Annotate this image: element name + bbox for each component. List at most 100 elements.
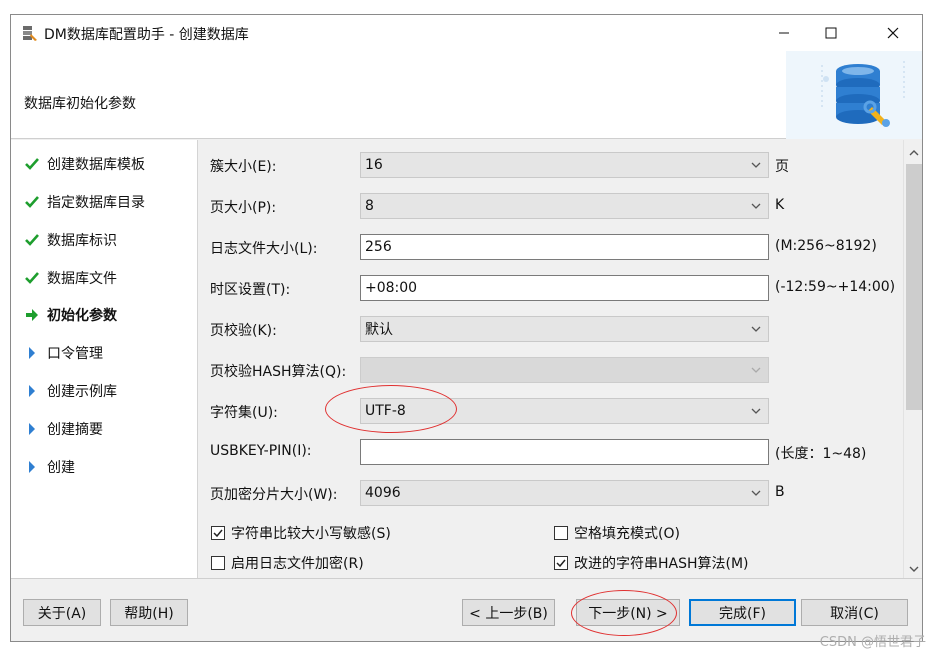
vertical-scrollbar[interactable] [903,140,922,578]
page-size-label: 页大小(P): [210,200,277,216]
step-database-directory: 指定数据库目录 [25,190,195,214]
checkbox-empty-icon [211,556,225,570]
usbkey-pin-label: USBKEY-PIN(I): [210,443,312,459]
check-icon [25,233,47,247]
step-label: 指定数据库目录 [47,195,145,211]
extent-size-value: 16 [365,157,383,173]
page-check-hash-select[interactable] [360,357,769,383]
extent-size-select[interactable]: 16 [360,152,769,178]
checkbox-empty-icon [554,526,568,540]
usbkey-pin-hint: (长度：1~48) [775,446,867,462]
step-password-management: 口令管理 [25,341,195,365]
dialog-window: DM数据库配置助手 - 创建数据库 数据库初始化参数 创建数据库模板 指定数据库… [10,14,923,642]
step-label: 数据库文件 [47,271,117,287]
step-sample-database: 创建示例库 [25,379,195,403]
finish-button[interactable]: 完成(F) [689,599,796,626]
page-check-hash-label: 页校验HASH算法(Q): [210,364,347,380]
case-sensitive-checkbox[interactable]: 字符串比较大小写敏感(S) [211,523,391,543]
maximize-button[interactable] [808,15,854,51]
cancel-button[interactable]: 取消(C) [801,599,908,626]
triangle-right-icon [25,422,47,436]
help-button[interactable]: 帮助(H) [110,599,188,626]
chevron-down-icon [751,490,761,496]
encrypt-fragment-label: 页加密分片大小(W): [210,487,338,503]
chevron-down-icon[interactable] [908,562,920,578]
chevron-down-icon [751,162,761,168]
watermark: CSDN @悟世君子 [819,635,926,650]
maximize-icon [825,27,837,39]
charset-select[interactable]: UTF-8 [360,398,769,424]
next-button[interactable]: 下一步(N) > [576,599,680,626]
step-database-files: 数据库文件 [25,266,195,290]
page-title: 数据库初始化参数 [24,96,136,112]
step-label: 数据库标识 [47,233,117,249]
step-label: 创建摘要 [47,422,103,438]
step-label: 创建示例库 [47,384,117,400]
encrypt-fragment-unit: B [775,484,785,500]
step-create: 创建 [25,455,195,479]
about-button[interactable]: 关于(A) [23,599,101,626]
page-size-select[interactable]: 8 [360,193,769,219]
triangle-right-icon [25,384,47,398]
improved-hash-label: 改进的字符串HASH算法(M) [574,556,749,572]
checkbox-checked-icon [554,556,568,570]
page-check-value: 默认 [365,322,393,338]
extent-size-label: 簇大小(E): [210,159,277,175]
triangle-right-icon [25,346,47,360]
init-params-form: 簇大小(E): 16 页 页大小(P): 8 K 日志文件大小(L): 256 … [199,140,903,578]
check-icon [25,157,47,171]
improved-hash-checkbox[interactable]: 改进的字符串HASH算法(M) [554,553,749,573]
step-summary: 创建摘要 [25,417,195,441]
log-encrypt-checkbox[interactable]: 启用日志文件加密(R) [211,553,364,573]
close-button[interactable] [870,15,916,51]
extent-size-unit: 页 [775,159,789,175]
case-sensitive-label: 字符串比较大小写敏感(S) [231,526,391,542]
page-check-label: 页校验(K): [210,323,277,339]
page-check-select[interactable]: 默认 [360,316,769,342]
scrollbar-thumb[interactable] [906,164,922,410]
wizard-header: 数据库初始化参数 [11,51,922,139]
chevron-down-icon [751,326,761,332]
right-arrow-icon [25,308,47,322]
minimize-icon [779,32,789,34]
check-icon [25,195,47,209]
step-database-identity: 数据库标识 [25,228,195,252]
log-size-label: 日志文件大小(L): [210,241,318,257]
step-label: 初始化参数 [47,308,117,324]
prev-button[interactable]: < 上一步(B) [462,599,555,626]
window-title: DM数据库配置助手 - 创建数据库 [44,27,249,43]
usbkey-pin-input[interactable] [360,439,769,465]
step-label: 创建数据库模板 [47,157,145,173]
chevron-down-icon [751,367,761,373]
charset-label: 字符集(U): [210,405,278,421]
minimize-button[interactable] [761,15,807,51]
close-icon [887,27,899,39]
time-zone-value: +08:00 [365,280,418,296]
chevron-down-icon [751,408,761,414]
log-size-value: 256 [365,239,392,255]
page-size-unit: K [775,197,785,213]
time-zone-label: 时区设置(T): [210,282,291,298]
chevron-down-icon [751,203,761,209]
time-zone-input[interactable]: +08:00 [360,275,769,301]
charset-value: UTF-8 [365,403,406,419]
wizard-steps: 创建数据库模板 指定数据库目录 数据库标识 数据库文件 初始化参数 口令管理 创… [11,140,198,578]
step-label: 创建 [47,460,75,476]
blank-pad-checkbox[interactable]: 空格填充模式(O) [554,523,680,543]
page-size-value: 8 [365,198,374,214]
log-size-input[interactable]: 256 [360,234,769,260]
check-icon [25,271,47,285]
blank-pad-label: 空格填充模式(O) [574,526,680,542]
database-config-icon [786,51,922,139]
time-zone-hint: (-12:59~+14:00) [775,279,896,295]
encrypt-fragment-value: 4096 [365,485,401,501]
log-size-hint: (M:256~8192) [775,238,877,254]
checkbox-checked-icon [211,526,225,540]
step-init-params: 初始化参数 [25,303,195,327]
encrypt-fragment-select[interactable]: 4096 [360,480,769,506]
log-encrypt-label: 启用日志文件加密(R) [231,556,364,572]
wizard-footer: 关于(A) 帮助(H) < 上一步(B) 下一步(N) > 完成(F) 取消(C… [11,578,922,641]
triangle-right-icon [25,460,47,474]
chevron-up-icon[interactable] [908,146,920,162]
app-icon [21,24,39,42]
